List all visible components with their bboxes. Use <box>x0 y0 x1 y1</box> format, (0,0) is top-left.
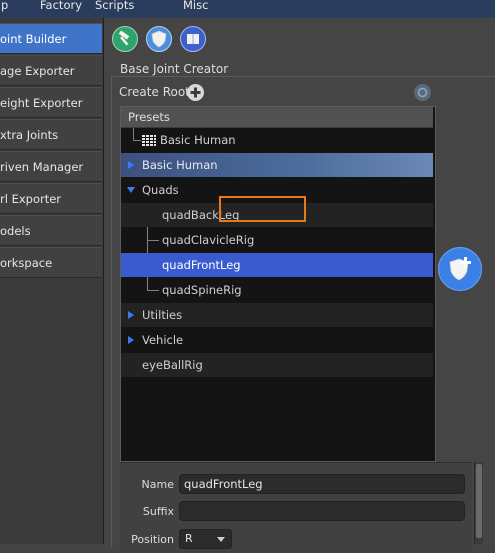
tree-item-vehicle-folder[interactable]: Vehicle <box>121 328 433 352</box>
sidebar-item-joint-builder[interactable]: oint Builder <box>0 23 102 54</box>
tree-item-label: quadSpineRig <box>162 283 242 297</box>
tree-item-label: quadFrontLeg <box>162 258 241 272</box>
add-rig-button[interactable] <box>438 247 482 291</box>
sidebar-item-label: riven Manager <box>0 160 84 174</box>
refresh-icon <box>417 87 428 98</box>
tree-item-label: Quads <box>142 183 179 197</box>
suffix-field[interactable] <box>179 501 465 521</box>
menu-item-misc[interactable]: Misc <box>183 0 208 18</box>
menu-item-factory[interactable]: Factory <box>40 0 82 18</box>
quads-highlight-box <box>219 196 306 222</box>
tree-item-basic-human-folder[interactable]: Basic Human <box>121 153 433 177</box>
tree-item-label: Basic Human <box>160 133 236 147</box>
sidebar-item-workspace[interactable]: orkspace <box>0 247 102 278</box>
presets-tree[interactable]: Presets Basic Human Basic Human Quads qu… <box>120 106 436 462</box>
tree-item-label: Basic Human <box>142 158 218 172</box>
tree-item-basic-human-preset[interactable]: Basic Human <box>121 128 433 152</box>
position-label: Position <box>131 533 174 546</box>
create-root-label: Create Root <box>119 85 190 99</box>
sidebar-item-curl-exporter[interactable]: rl Exporter <box>0 183 102 214</box>
tree-item-eyeballrig[interactable]: eyeBallRig <box>121 353 433 377</box>
shield-plus-icon <box>449 257 471 281</box>
attributes-scrollbar[interactable] <box>474 462 483 544</box>
expand-arrow-icon[interactable] <box>128 336 134 344</box>
tree-item-label: Utilties <box>142 308 183 322</box>
expand-arrow-icon[interactable] <box>128 161 134 169</box>
joint-attributes-panel: Name quadFrontLeg Suffix Position R <box>120 462 472 553</box>
tree-item-label: Vehicle <box>142 333 184 347</box>
sidebar-item-label: oint Builder <box>0 32 67 46</box>
position-dropdown[interactable]: R <box>179 529 232 549</box>
chevron-down-icon <box>217 537 225 542</box>
tree-header: Presets <box>121 107 433 128</box>
tree-header-label: Presets <box>128 110 170 124</box>
sidebar-item-label: orkspace <box>0 256 53 270</box>
refresh-button[interactable] <box>414 84 431 101</box>
tree-item-quadclaviclerig[interactable]: quadClavicleRig <box>121 228 433 252</box>
position-value: R <box>185 532 193 545</box>
expand-arrow-icon[interactable] <box>128 311 134 319</box>
sidebar-item-driven-manager[interactable]: riven Manager <box>0 151 102 182</box>
sidebar-item-weight-exporter[interactable]: eight Exporter <box>0 87 102 118</box>
scrollbar-thumb[interactable] <box>476 464 482 538</box>
sidebar-item-label: xtra Joints <box>0 128 59 142</box>
hammer-icon[interactable] <box>112 26 138 52</box>
sidebar-item-label: rl Exporter <box>0 192 62 206</box>
tree-item-quadfrontleg[interactable]: quadFrontLeg <box>121 253 433 277</box>
name-label: Name <box>141 478 174 491</box>
grid-icon <box>142 135 156 146</box>
main-panel: Base Joint Creator Create Root Presets B… <box>104 18 495 553</box>
sidebar-item-extra-joints[interactable]: xtra Joints <box>0 119 102 150</box>
tree-item-label: eyeBallRig <box>142 358 203 372</box>
plus-icon <box>190 87 201 98</box>
sidebar-item-label: age Exporter <box>0 64 75 78</box>
sidebar-item-image-exporter[interactable]: age Exporter <box>0 55 102 86</box>
tree-item-label: quadClavicleRig <box>162 233 255 247</box>
sidebar-item-label: odels <box>0 224 31 238</box>
book-icon[interactable] <box>180 26 206 52</box>
menu-item-setup[interactable]: p <box>1 0 8 18</box>
group-title: Base Joint Creator <box>118 62 231 76</box>
suffix-label: Suffix <box>142 505 174 518</box>
collapse-arrow-icon[interactable] <box>127 187 135 193</box>
create-root-button[interactable] <box>187 84 204 101</box>
sidebar: oint Builder age Exporter eight Exporter… <box>0 18 104 544</box>
sidebar-item-label: eight Exporter <box>0 96 83 110</box>
name-field[interactable]: quadFrontLeg <box>179 474 465 494</box>
tree-item-utilities-folder[interactable]: Utilties <box>121 303 433 327</box>
tree-item-quadspinerig[interactable]: quadSpineRig <box>121 278 433 302</box>
menu-bar: p Factory Scripts Misc <box>0 0 495 18</box>
sidebar-item-models[interactable]: odels <box>0 215 102 246</box>
shield-icon[interactable] <box>146 26 172 52</box>
menu-item-scripts[interactable]: Scripts <box>95 0 134 18</box>
